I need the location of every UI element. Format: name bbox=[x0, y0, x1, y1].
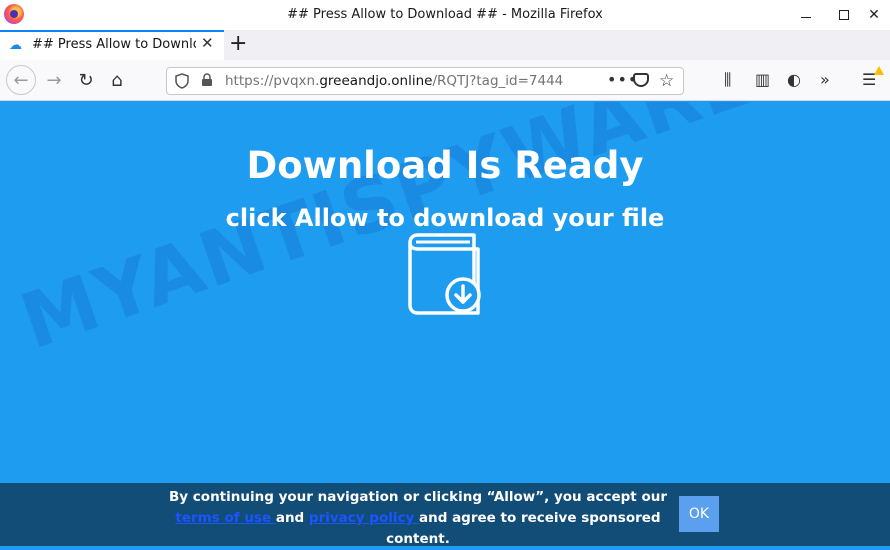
overflow-menu-icon[interactable]: » bbox=[820, 70, 830, 90]
consent-banner: By continuing your navigation or clickin… bbox=[0, 483, 890, 547]
tab-title: ## Press Allow to Download ## bbox=[32, 37, 196, 52]
library-icon[interactable]: ⫼ bbox=[724, 70, 731, 90]
maximize-icon bbox=[839, 10, 849, 20]
back-button[interactable]: ← bbox=[6, 65, 36, 95]
url-path: /RQTJ?tag_id=7444 bbox=[432, 73, 564, 89]
consent-text: By continuing your navigation or clickin… bbox=[168, 487, 668, 550]
tracking-protection-shield-icon[interactable] bbox=[175, 73, 189, 89]
url-bar[interactable]: https://pvqxn.greeandjo.online/RQTJ?tag_… bbox=[166, 67, 684, 95]
bookmark-star-icon[interactable]: ☆ bbox=[659, 71, 674, 91]
account-icon[interactable]: ◐ bbox=[787, 70, 801, 90]
minimize-button[interactable] bbox=[789, 0, 823, 30]
title-bar: ## Press Allow to Download ## - Mozilla … bbox=[0, 0, 890, 30]
book-download-icon bbox=[408, 233, 481, 315]
forward-button[interactable]: → bbox=[40, 66, 68, 94]
new-tab-button[interactable]: + bbox=[229, 31, 247, 57]
page-content: MYANTISPYWARE.COM Download Is Ready clic… bbox=[0, 102, 890, 546]
pocket-icon[interactable] bbox=[633, 73, 649, 87]
window-title: ## Press Allow to Download ## - Mozilla … bbox=[287, 7, 603, 22]
tab-bar: ☁ ## Press Allow to Download ## ✕ + bbox=[0, 30, 890, 60]
minimize-icon bbox=[801, 16, 811, 18]
navigation-toolbar: ← → ↻ ⌂ https://pvqxn.greeandjo.online/R… bbox=[0, 60, 890, 101]
sidebar-icon[interactable]: ▥ bbox=[755, 70, 770, 90]
page-subline: click Allow to download your file bbox=[225, 204, 665, 232]
close-window-button[interactable]: ✕ bbox=[857, 0, 890, 30]
terms-of-use-link[interactable]: terms of use bbox=[175, 510, 275, 526]
home-button[interactable]: ⌂ bbox=[103, 66, 131, 94]
consent-text-after: and agree to receive sponsored content. bbox=[386, 510, 661, 547]
maximize-button[interactable] bbox=[827, 0, 861, 30]
tab-close-button[interactable]: ✕ bbox=[201, 36, 214, 51]
download-cloud-icon: ☁ bbox=[9, 38, 22, 53]
privacy-policy-link[interactable]: privacy policy bbox=[309, 510, 419, 526]
consent-text-before: By continuing your navigation or clickin… bbox=[169, 489, 667, 505]
page-headline: Download Is Ready bbox=[246, 144, 644, 187]
lock-icon[interactable] bbox=[201, 73, 213, 90]
url-text[interactable]: https://pvqxn.greeandjo.online/RQTJ?tag_… bbox=[225, 73, 601, 89]
ok-button[interactable]: OK bbox=[679, 496, 719, 532]
reload-button[interactable]: ↻ bbox=[72, 66, 100, 94]
url-scheme: https://pvqxn. bbox=[225, 73, 320, 89]
tab-active[interactable]: ☁ ## Press Allow to Download ## ✕ bbox=[0, 30, 224, 60]
consent-text-and: and bbox=[275, 510, 309, 526]
update-warning-icon bbox=[874, 66, 884, 75]
url-host: greeandjo.online bbox=[319, 73, 433, 89]
